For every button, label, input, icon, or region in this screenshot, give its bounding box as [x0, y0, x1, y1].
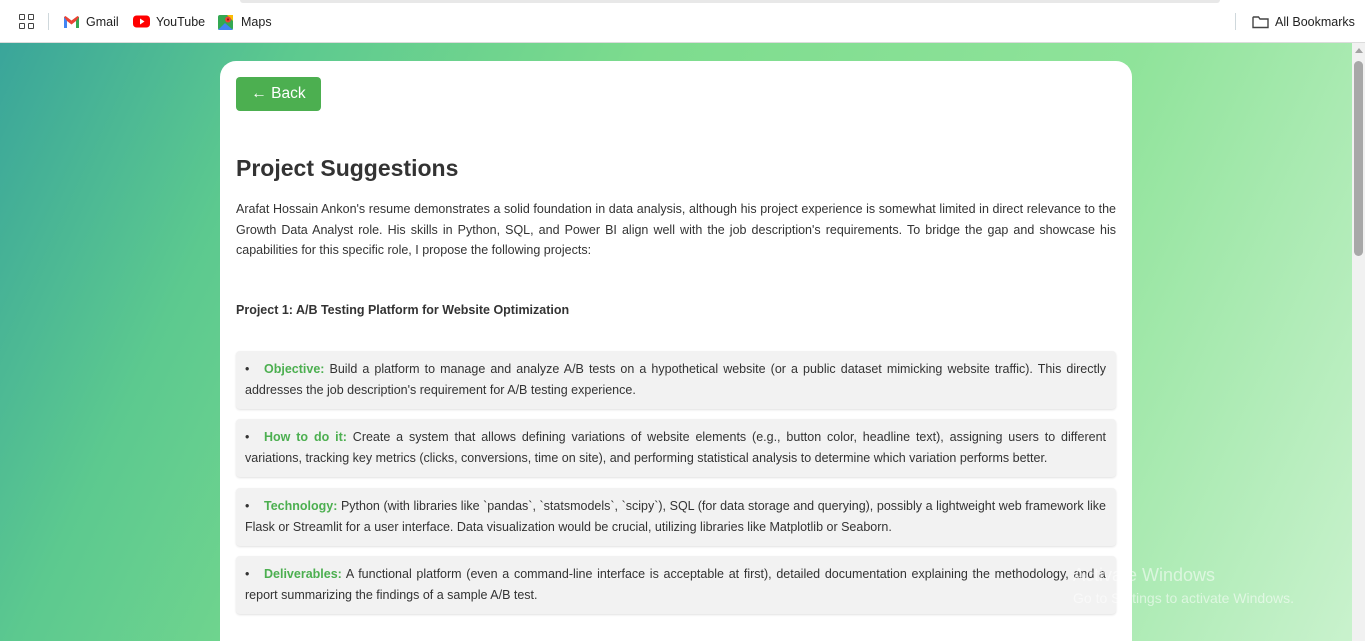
all-bookmarks-label: All Bookmarks: [1275, 14, 1355, 29]
page-title: Project Suggestions: [236, 155, 459, 181]
activation-watermark: Activate Windows Go to Settings to activ…: [1073, 565, 1294, 606]
scrollbar-thumb[interactable]: [1354, 61, 1363, 256]
item-text: A functional platform (even a command-li…: [245, 567, 1106, 602]
bullet: •: [245, 362, 250, 376]
apps-grid-icon[interactable]: [19, 14, 34, 29]
all-bookmarks-button[interactable]: All Bookmarks: [1252, 12, 1355, 31]
maps-icon: [218, 14, 235, 30]
list-item-technology: • Technology: Python (with libraries like…: [236, 488, 1116, 546]
item-text: Create a system that allows defining var…: [245, 430, 1107, 465]
bullet: •: [245, 499, 250, 513]
item-text: Python (with libraries like `pandas`, `s…: [245, 499, 1106, 534]
bookmarks-bar: Gmail YouTube Maps All Bookmarks: [0, 0, 1365, 43]
item-text: Build a platform to manage and analyze A…: [245, 362, 1106, 397]
back-button[interactable]: ← Back: [236, 77, 321, 111]
item-label: Technology:: [264, 499, 338, 513]
project-heading: Project 1: A/B Testing Platform for Webs…: [236, 303, 570, 317]
bookmark-youtube[interactable]: YouTube: [133, 12, 205, 31]
bookmarks-separator: [48, 13, 49, 30]
gmail-icon: [63, 15, 80, 29]
list-item-how-to: • How to do it: Create a system that allo…: [236, 419, 1116, 477]
bookmark-gmail[interactable]: Gmail: [63, 12, 119, 31]
list-item-deliverables: • Deliverables: A functional platform (ev…: [236, 556, 1116, 614]
youtube-icon: [133, 15, 150, 29]
bullet: •: [245, 567, 250, 581]
item-label: Deliverables:: [264, 567, 342, 581]
project-card: ← Back Project Suggestions Arafat Hossai…: [220, 61, 1132, 641]
item-label: How to do it:: [264, 430, 347, 444]
list-item-objective: • Objective: Build a platform to manage a…: [236, 351, 1116, 409]
intro-paragraph: Arafat Hossain Ankon's resume demonstrat…: [236, 202, 1116, 257]
address-bar-edge: [240, 0, 1220, 3]
bookmark-label: Gmail: [86, 14, 119, 29]
bookmark-maps[interactable]: Maps: [218, 12, 272, 31]
bookmark-label: YouTube: [156, 14, 206, 29]
bullet: •: [245, 430, 250, 444]
item-label: Objective:: [264, 362, 325, 376]
watermark-title: Activate Windows: [1073, 565, 1216, 585]
page-scrollbar[interactable]: [1352, 43, 1365, 641]
scroll-up-arrow-icon[interactable]: [1355, 48, 1363, 53]
folder-icon: [1252, 15, 1269, 29]
bookmark-label: Maps: [241, 14, 272, 29]
watermark-subtitle: Go to Settings to activate Windows.: [1073, 590, 1294, 606]
bookmarks-separator: [1235, 13, 1236, 30]
